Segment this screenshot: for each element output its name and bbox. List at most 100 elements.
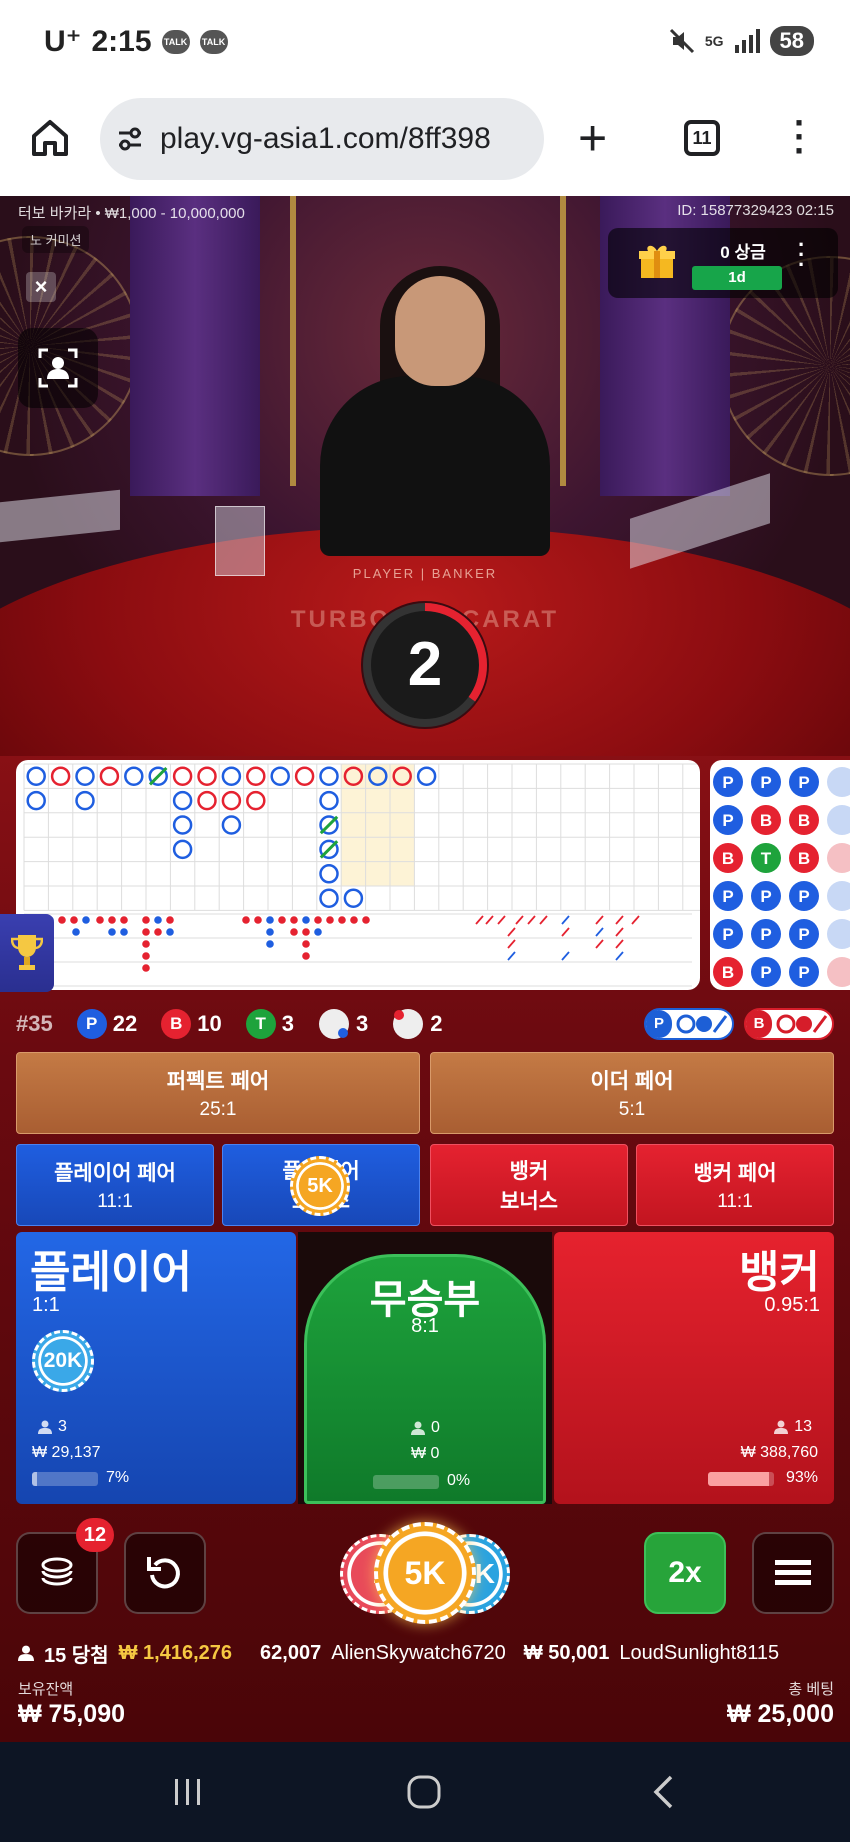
player-total: ₩ 29,137	[32, 1444, 100, 1462]
chip-count-badge: 12	[76, 1518, 114, 1552]
baccarat-game: PLAYER | BANKER TURBO BACCARAT 터보 바카라 • …	[0, 196, 850, 1742]
ask-banker-label: B	[746, 1010, 772, 1038]
derived-road-mark	[290, 916, 298, 924]
cockroach-road-mark	[475, 915, 484, 925]
double-button[interactable]: 2x	[644, 1532, 726, 1614]
site-settings-icon[interactable]	[100, 98, 160, 180]
derived-road-mark	[142, 964, 150, 972]
home-button[interactable]	[30, 118, 70, 158]
tab-switcher-button[interactable]: 11	[684, 120, 720, 156]
bead-road-label: P	[798, 925, 809, 944]
decor-pillar	[560, 196, 566, 486]
road-highlight	[341, 764, 415, 886]
big-road-scoreboard[interactable]	[16, 760, 700, 990]
user-icon	[774, 1420, 789, 1434]
menu-button[interactable]	[752, 1532, 834, 1614]
signal-icon	[734, 29, 760, 53]
address-bar[interactable]: play.vg-asia1.com/8ff398	[100, 98, 544, 180]
back-button[interactable]	[644, 1772, 684, 1812]
url-text: play.vg-asia1.com/8ff398	[160, 122, 491, 155]
big-road-mark	[99, 766, 120, 786]
derived-road-mark	[326, 916, 334, 924]
big-road-mark	[319, 888, 339, 908]
player-pair-bet[interactable]: 플레이어 페어 11:1	[16, 1144, 214, 1226]
browser-menu-button[interactable]: · · ·	[790, 105, 810, 169]
status-right: 5G 58	[669, 26, 814, 56]
cockroach-road-mark	[527, 915, 536, 925]
rewards-panel[interactable]: 0 상금 1d · · ·	[608, 228, 838, 298]
player-label: 플레이어	[30, 1248, 192, 1297]
tie-bet-amount: ₩ 0	[411, 1445, 440, 1462]
banker-bonus-label: 뱅커	[509, 1160, 549, 1183]
bead-road-label: B	[798, 849, 810, 868]
ticker-name-2: AlienSkywatch6720	[331, 1641, 506, 1664]
bead-road-label: B	[798, 811, 810, 830]
derived-road-mark	[266, 916, 274, 924]
player-view-button[interactable]	[18, 328, 98, 408]
tie-bet[interactable]: 무승부 8:1 0 ₩ 0 0%	[304, 1254, 546, 1504]
curtain-left	[130, 196, 260, 496]
derived-road-mark	[278, 916, 286, 924]
cockroach-road-mark	[561, 927, 570, 937]
leaderboard-button[interactable]	[0, 914, 54, 992]
cockroach-road-mark	[595, 939, 604, 949]
derived-road-mark	[142, 940, 150, 948]
derived-road-mark	[166, 928, 174, 936]
close-button[interactable]: ×	[26, 272, 56, 302]
player-pair-label: 플레이어 페어	[54, 1162, 176, 1185]
derived-road-mark	[302, 916, 310, 924]
derived-road-mark	[108, 916, 116, 924]
derived-road-mark	[120, 916, 128, 924]
dealer-face	[395, 276, 485, 386]
ticker-amount-2: ₩ 50,001	[523, 1641, 610, 1664]
banker-wins-badge: B	[161, 1009, 192, 1039]
cockroach-road-mark	[539, 915, 548, 925]
selected-chip[interactable]: 5K	[374, 1522, 476, 1624]
derived-road-mark	[96, 916, 104, 924]
player-percent: 7%	[106, 1469, 130, 1486]
bead-road-label: P	[722, 773, 733, 792]
mute-icon	[669, 28, 694, 54]
home-circle-icon	[407, 1775, 441, 1809]
either-pair-bet[interactable]: 이더 페어 5:1	[430, 1052, 834, 1134]
ask-player-button[interactable]: P	[644, 1008, 734, 1040]
round-number: #35	[16, 1011, 53, 1036]
bead-road-mark	[827, 919, 850, 949]
bead-road-scoreboard[interactable]: PPPPBBBTBPPPPPPBPP	[710, 760, 850, 990]
banker-percent: 93%	[785, 1469, 818, 1486]
user-icon	[38, 1420, 52, 1434]
derived-road-mark	[266, 928, 274, 936]
big-road-mark	[172, 766, 193, 786]
new-tab-button[interactable]: +	[578, 108, 607, 168]
user-frame-icon	[38, 348, 78, 388]
cockroach-road-mark	[615, 951, 624, 961]
undo-button[interactable]	[124, 1532, 206, 1614]
banker-pair-bet[interactable]: 뱅커 페어 11:1	[636, 1144, 834, 1226]
rewards-menu-icon[interactable]: · · ·	[798, 234, 805, 276]
bead-road-label: P	[722, 925, 733, 944]
tie-bettors: 0	[411, 1419, 440, 1437]
big-road-mark	[416, 766, 437, 786]
player-percent-bar	[32, 1472, 98, 1486]
ask-banker-button[interactable]: B	[744, 1008, 834, 1040]
total-bet-value: ₩ 25,000	[726, 1700, 834, 1728]
countdown-value: 2	[407, 630, 443, 699]
ask-player-label: P	[646, 1010, 672, 1038]
big-road-mark	[319, 864, 339, 884]
player-pair-odds: 11:1	[97, 1191, 133, 1212]
recents-button[interactable]	[168, 1772, 208, 1812]
perfect-pair-bet[interactable]: 퍼펙트 페어 25:1	[16, 1052, 420, 1134]
cockroach-road-mark	[515, 915, 524, 925]
banker-bonus-bet[interactable]: 뱅커 보너스	[430, 1144, 628, 1226]
big-road-mark	[197, 766, 217, 786]
bead-road-mark	[827, 767, 850, 797]
derived-road-mark	[142, 952, 150, 960]
home-nav-button[interactable]	[404, 1772, 444, 1812]
big-road-mark	[246, 790, 266, 811]
card-tray	[0, 489, 120, 543]
banker-bet[interactable]: 뱅커 0.95:1 13 ₩ 388,760 93%	[554, 1232, 834, 1504]
player-bet[interactable]: 플레이어 1:1 20K 3 ₩ 29,137 7%	[16, 1232, 296, 1504]
bead-road-mark	[827, 957, 850, 987]
derived-road-mark	[82, 916, 90, 924]
big-road-mark	[221, 815, 242, 835]
